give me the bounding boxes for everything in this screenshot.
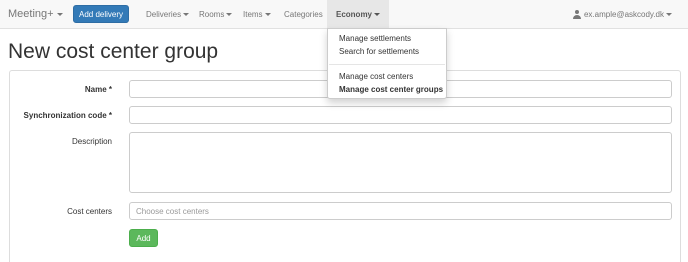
economy-dropdown-menu: Manage settlements Search for settlement… <box>327 28 447 99</box>
nav-categories[interactable]: Categories <box>284 0 323 28</box>
nav-deliveries-label: Deliveries <box>146 9 182 19</box>
chevron-down-icon <box>666 12 672 16</box>
user-email: ex.ample@askcody.dk <box>583 9 664 19</box>
nav-items[interactable]: Items <box>243 0 271 28</box>
sync-code-label: Synchronization code * <box>23 111 112 120</box>
menu-item-manage-cost-center-groups[interactable]: Manage cost center groups <box>339 85 443 94</box>
nav-deliveries[interactable]: Deliveries <box>146 0 190 28</box>
nav-rooms[interactable]: Rooms <box>199 0 233 28</box>
user-icon <box>572 9 581 19</box>
nav-rooms-label: Rooms <box>199 9 225 19</box>
add-delivery-button[interactable]: Add delivery <box>73 5 129 23</box>
chevron-down-icon <box>183 12 190 16</box>
menu-divider <box>329 64 445 65</box>
nav-economy[interactable]: Economy <box>327 0 390 28</box>
add-button[interactable]: Add <box>129 229 158 247</box>
cost-centers-input[interactable] <box>129 202 672 220</box>
nav-economy-label: Economy <box>336 9 373 19</box>
chevron-down-icon <box>374 12 381 16</box>
nav-items-label: Items <box>243 9 263 19</box>
menu-item-manage-settlements[interactable]: Manage settlements <box>339 34 411 43</box>
user-menu[interactable]: ex.ample@askcody.dk <box>572 0 672 28</box>
menu-item-search-settlements[interactable]: Search for settlements <box>339 47 419 56</box>
chevron-down-icon <box>56 12 63 16</box>
chevron-down-icon <box>264 12 271 16</box>
menu-item-manage-cost-centers[interactable]: Manage cost centers <box>339 72 413 81</box>
brand-label: Meeting+ <box>8 8 54 20</box>
nav-categories-label: Categories <box>284 9 323 19</box>
cost-centers-label: Cost centers <box>67 207 112 216</box>
page-title: New cost center group <box>8 40 219 63</box>
name-label: Name * <box>84 85 112 94</box>
brand-dropdown[interactable]: Meeting+ <box>8 8 63 20</box>
description-label: Description <box>71 137 112 146</box>
navbar: Meeting+ Add delivery Deliveries Rooms I… <box>0 0 688 29</box>
sync-code-input[interactable] <box>129 106 672 124</box>
description-textarea[interactable] <box>129 132 672 193</box>
chevron-down-icon <box>226 12 233 16</box>
